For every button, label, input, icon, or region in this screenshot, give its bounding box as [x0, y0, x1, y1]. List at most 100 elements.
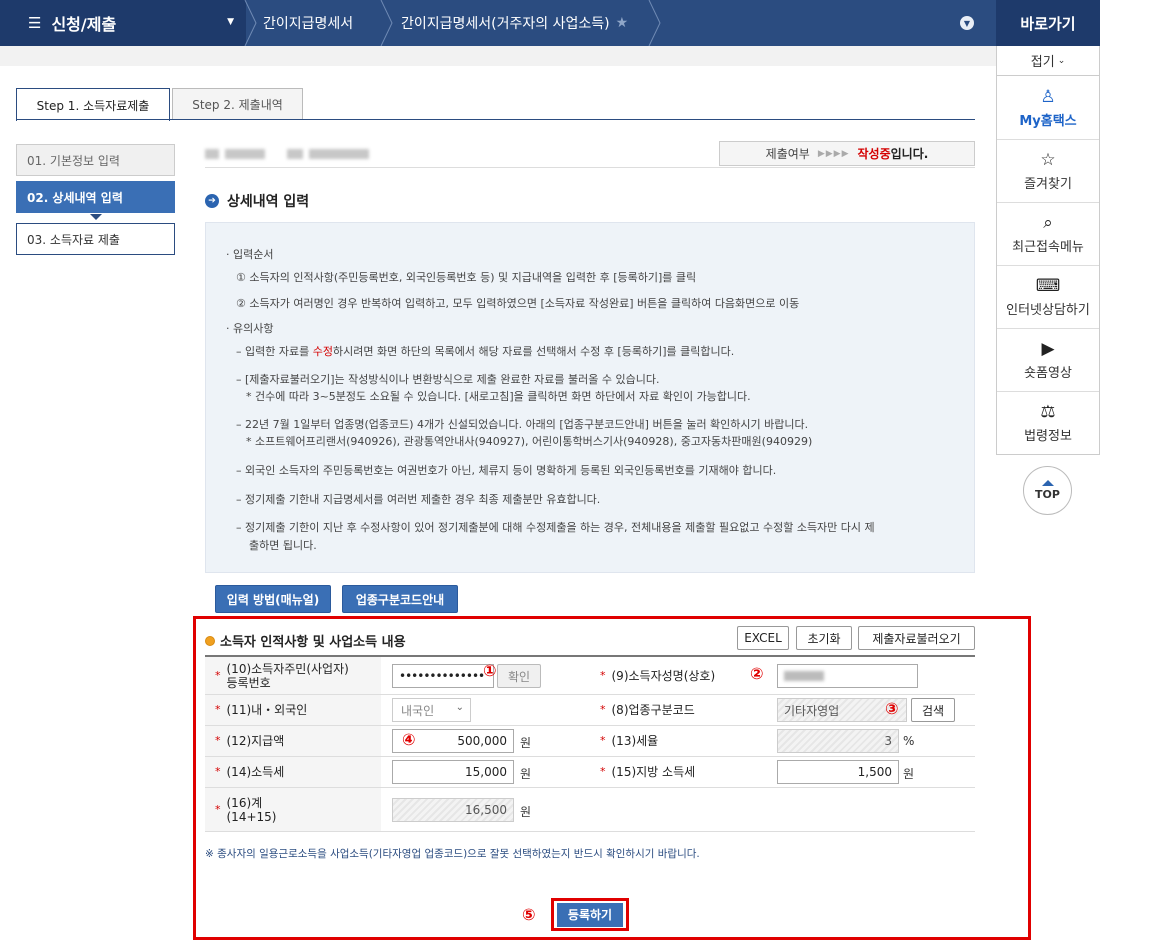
main-menu-label: 신청/제출 [51, 15, 117, 34]
favorite-star-icon[interactable]: ★ [616, 15, 629, 31]
guide-text: ② 소득자가 여러명인 경우 반복하여 입력하고, 모두 입력하였으면 [소득자… [236, 297, 800, 310]
guide-heading: · 유의사항 [226, 322, 274, 335]
income-form-table: * (10)소득자주민(사업자) 등록번호 •••••••••••••• ① 확인 … [205, 655, 975, 832]
star-icon: ☆ [1040, 150, 1056, 170]
guide-text: – 입력한 자료를 수정하시려면 화면 하단의 목록에서 해당 자료를 선택해서… [236, 345, 735, 358]
step-detail-input[interactable]: 02. 상세내역 입력 [16, 181, 175, 213]
input-method-button[interactable]: 입력 방법(매뉴얼) [215, 585, 331, 613]
guide-text: 출하면 됩니다. [249, 539, 317, 552]
load-submitted-button[interactable]: 제출자료불러오기 [858, 626, 975, 650]
guide-text: – 정기제출 기한내 지급명세서를 여러번 제출한 경우 최종 제출분만 유효합… [236, 493, 601, 506]
quicklink-favorites[interactable]: ☆ 즐겨찾기 [997, 139, 1099, 202]
form-row: * (10)소득자주민(사업자) 등록번호 •••••••••••••• ① 확인 … [205, 657, 975, 695]
step-arrow-icon [90, 214, 102, 220]
main-menu-button[interactable]: ☰ 신청/제출 ▼ [0, 0, 246, 46]
reset-button[interactable]: 초기화 [796, 626, 852, 650]
chevron-down-icon: ⌄ [1057, 55, 1066, 66]
section-title: ➔ 상세내역 입력 [205, 191, 309, 211]
unit-won: 원 [520, 767, 532, 781]
label-taxpayer-name: * (9)소득자성명(상호) [590, 657, 774, 694]
sub-header-strip [0, 46, 996, 66]
fold-button[interactable]: 접기 ⌄ [996, 46, 1100, 76]
marker-1: ① [483, 661, 497, 680]
guide-text: – 정기제출 기한이 지난 후 수정사항이 있어 정기제출분에 대해 수정제출을… [236, 521, 875, 534]
form-row: * (11)내・외국인 내국인 ⌄ * (8)업종구분코드 기타자영업 ③ 검색 [205, 695, 975, 726]
label-local-income-tax: * (15)지방 소득세 [590, 757, 774, 787]
arrow-right-icon: ➔ [205, 194, 219, 208]
form-row: * (14)소득세 15,000 원 * (15)지방 소득세 1,500 원 [205, 757, 975, 788]
arrow-up-icon [1041, 480, 1054, 486]
step-submit-income[interactable]: 03. 소득자료 제출 [16, 223, 175, 255]
tabs-underline [16, 119, 975, 120]
redacted-taxpayer-name [205, 148, 385, 162]
play-icon: ▶ [1041, 339, 1055, 359]
caret-down-icon: ▼ [227, 17, 234, 27]
breadcrumb-separator [648, 0, 662, 47]
label-payment-amount: * (12)지급액 [205, 726, 381, 756]
arrows-icon: ▶▶▶▶ [817, 148, 850, 159]
marker-4: ④ [402, 730, 416, 749]
breadcrumb-item[interactable]: 간이지급명세서 [263, 0, 353, 46]
quicklinks-title: 바로가기 [996, 0, 1100, 46]
unit-percent: % [903, 734, 915, 748]
form-title: 소득자 인적사항 및 사업소득 내용 [205, 631, 406, 650]
top-nav-bar: ☰ 신청/제출 ▼ 간이지급명세서 간이지급명세서(거주자의 사업소득) ★ ▼ [0, 0, 996, 47]
nationality-select[interactable]: 내국인 ⌄ [392, 698, 471, 722]
marker-2: ② [750, 664, 764, 683]
hamburger-icon: ☰ [28, 14, 42, 32]
label-nationality: * (11)내・외국인 [205, 695, 381, 725]
breadcrumb-separator [244, 0, 258, 47]
step-list: 01. 기본정보 입력 02. 상세내역 입력 03. 소득자료 제출 [16, 144, 175, 260]
laptop-icon: ⌨ [1035, 276, 1061, 296]
income-tax-input[interactable]: 15,000 [392, 760, 514, 784]
bullet-icon [205, 635, 215, 646]
register-button[interactable]: 등록하기 [557, 902, 623, 927]
recent-search-icon: ⌕ [1043, 213, 1053, 233]
resident-number-input[interactable]: •••••••••••••• [392, 664, 494, 688]
person-icon: ♙ [1040, 86, 1056, 107]
local-income-tax-input[interactable]: 1,500 [777, 760, 899, 784]
unit-won: 원 [520, 736, 532, 750]
label-resident-number: * (10)소득자주민(사업자) 등록번호 [205, 657, 381, 694]
submit-highlight: 등록하기 [551, 898, 629, 931]
taxpayer-name-input[interactable] [777, 664, 918, 688]
quicklink-law-info[interactable]: ⚖ 법령정보 [997, 391, 1099, 454]
excel-button[interactable]: EXCEL [737, 626, 789, 650]
chevron-down-icon: ⌄ [455, 702, 464, 713]
marker-3: ③ [885, 699, 899, 718]
divider [205, 167, 975, 168]
breadcrumb-current[interactable]: 간이지급명세서(거주자의 사업소득) ★ [401, 0, 628, 46]
tab-step1[interactable]: Step 1. 소득자료제출 [16, 88, 170, 121]
quicklink-my-hometax[interactable]: ♙ My홈택스 [997, 76, 1099, 139]
scroll-top-button[interactable]: TOP [1023, 466, 1072, 515]
breadcrumb-separator [380, 0, 394, 47]
submission-status: 제출여부 ▶▶▶▶ 작성중 입니다. [719, 141, 975, 166]
redacted-name [784, 671, 824, 681]
quicklink-recent-menu[interactable]: ⌕ 최근접속메뉴 [997, 202, 1099, 265]
unit-won: 원 [520, 805, 532, 819]
chevron-down-icon[interactable]: ▼ [960, 16, 974, 30]
total-tax-input: 16,500 [392, 798, 514, 822]
gavel-icon: ⚖ [1040, 402, 1056, 422]
guide-heading: · 입력순서 [226, 248, 274, 261]
confirm-button[interactable]: 확인 [497, 664, 541, 688]
guide-text: ① 소득자의 인적사항(주민등록번호, 외국인등록번호 등) 및 지급내역을 입… [236, 271, 697, 284]
industry-code-guide-button[interactable]: 업종구분코드안내 [342, 585, 458, 613]
form-row: * (12)지급액 500,000 ④ 원 * (13)세율 3 % [205, 726, 975, 757]
search-button[interactable]: 검색 [911, 698, 955, 722]
label-total: * (16)계 (14+15) [205, 788, 381, 831]
guide-text: * 소프트웨어프리랜서(940926), 관광통역안내사(940927), 어린… [246, 435, 813, 448]
quicklink-shortform-video[interactable]: ▶ 숏폼영상 [997, 328, 1099, 391]
quicklinks-panel: ♙ My홈택스 ☆ 즐겨찾기 ⌕ 최근접속메뉴 ⌨ 인터넷상담하기 ▶ 숏폼영상 ⚖ 법령정… [996, 76, 1100, 455]
step-basic-info[interactable]: 01. 기본정보 입력 [16, 144, 175, 176]
label-industry-code: * (8)업종구분코드 [590, 695, 774, 725]
form-row: * (16)계 (14+15) 16,500 원 [205, 788, 975, 832]
warning-note: ※ 종사자의 일용근로소득을 사업소득(기타자영업 업종코드)으로 잘못 선택하… [205, 848, 700, 860]
quicklink-online-consult[interactable]: ⌨ 인터넷상담하기 [997, 265, 1099, 328]
marker-5: ⑤ [522, 905, 536, 924]
guide-text: – 외국인 소득자의 주민등록번호는 여권번호가 아닌, 체류지 등이 명확하게… [236, 464, 777, 477]
tab-step2[interactable]: Step 2. 제출내역 [172, 88, 303, 120]
guide-text: – [제출자료불러오기]는 작성방식이나 변환방식으로 제출 완료한 자료를 불… [236, 373, 660, 386]
status-badge: 작성중 [857, 147, 891, 161]
input-guide-box: · 입력순서 ① 소득자의 인적사항(주민등록번호, 외국인등록번호 등) 및 … [205, 222, 975, 573]
